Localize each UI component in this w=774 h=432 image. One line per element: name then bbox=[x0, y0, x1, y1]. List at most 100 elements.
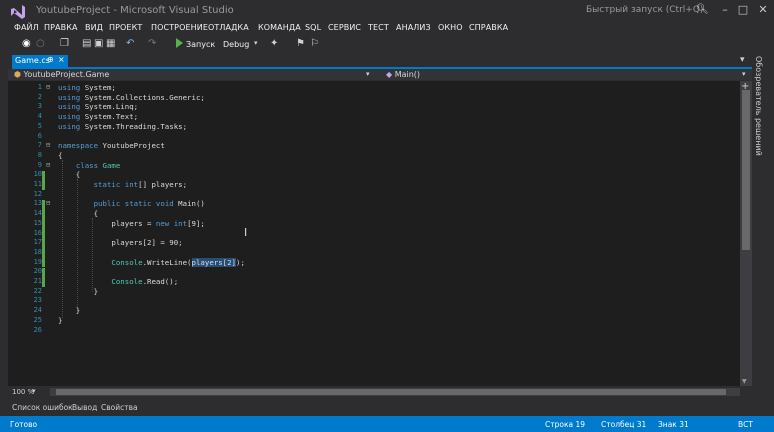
line-number: 15 bbox=[33, 218, 42, 227]
line-number: 20 bbox=[33, 267, 42, 276]
menu-window[interactable]: ОКНО bbox=[438, 23, 463, 32]
menu-file[interactable]: ФАЙЛ bbox=[14, 23, 39, 32]
chevron-down-icon[interactable]: ▾ bbox=[254, 39, 258, 47]
quick-launch-input[interactable]: Быстрый запуск (Ctrl+Q) bbox=[586, 5, 703, 15]
menu-debug[interactable]: ОТЛАДКА bbox=[208, 23, 249, 32]
solution-explorer-label: Обозреватель решений bbox=[754, 56, 763, 156]
line-number: 7 bbox=[37, 141, 42, 150]
find-in-files-icon[interactable]: ✦ bbox=[270, 38, 278, 49]
line-number: 14 bbox=[33, 209, 42, 218]
line-number: 21 bbox=[33, 277, 42, 285]
code-line: using System.Threading.Tasks; bbox=[58, 121, 188, 131]
menu-tools[interactable]: СЕРВИС bbox=[328, 23, 361, 32]
menu-test[interactable]: ТЕСТ bbox=[368, 23, 389, 32]
code-line: { bbox=[58, 150, 63, 160]
line-number: 25 bbox=[33, 315, 42, 324]
change-marker bbox=[42, 257, 45, 268]
line-number: 9 bbox=[37, 160, 42, 169]
start-button[interactable]: Запуск bbox=[186, 40, 215, 49]
line-number: 11 bbox=[33, 180, 42, 188]
code-line: Console.Read(); bbox=[111, 277, 179, 286]
change-marker bbox=[42, 277, 45, 287]
line-number: 8 bbox=[37, 150, 42, 159]
class-icon: ⬢ bbox=[14, 70, 21, 79]
line-number: 10 bbox=[33, 170, 42, 179]
collapse-icon[interactable]: ⊟ bbox=[46, 141, 50, 151]
status-text: Готово bbox=[10, 420, 38, 429]
menu-view[interactable]: ВИД bbox=[85, 23, 103, 32]
menu-team[interactable]: КОМАНДА bbox=[258, 23, 301, 32]
visual-studio-logo-icon bbox=[10, 4, 26, 19]
horizontal-scrollbar-thumb[interactable] bbox=[56, 389, 726, 395]
navigate-forward-icon[interactable]: ○ bbox=[36, 38, 45, 49]
menu-analyze[interactable]: АНАЛИЗ bbox=[396, 23, 431, 32]
new-project-icon[interactable]: ❐ bbox=[60, 38, 69, 49]
window-title: YoutubeProject - Microsoft Visual Studio bbox=[36, 5, 234, 16]
zoom-level[interactable]: 100 % bbox=[12, 388, 34, 396]
member-scope-dropdown[interactable]: ◆ Main() bbox=[386, 70, 420, 79]
change-marker bbox=[42, 267, 45, 278]
code-line: public static void Main() bbox=[93, 199, 205, 209]
change-marker bbox=[42, 228, 45, 239]
change-marker bbox=[42, 248, 45, 258]
change-marker bbox=[42, 209, 45, 219]
menu-project[interactable]: ПРОЕКТ bbox=[109, 23, 142, 32]
save-icon[interactable]: ▣ bbox=[94, 38, 103, 49]
line-number: 4 bbox=[37, 112, 42, 121]
minimize-icon[interactable]: – bbox=[718, 3, 732, 16]
change-marker bbox=[42, 180, 45, 190]
collapse-icon[interactable]: ⊟ bbox=[46, 161, 50, 171]
vertical-scrollbar-thumb[interactable] bbox=[742, 90, 750, 250]
tab-properties[interactable]: Свойства bbox=[101, 403, 138, 412]
menu-build[interactable]: ПОСТРОЕНИЕ bbox=[151, 23, 208, 32]
maximize-icon[interactable]: □ bbox=[736, 3, 750, 16]
open-file-icon[interactable]: ▤ bbox=[82, 38, 91, 49]
menu-help[interactable]: СПРАВКА bbox=[469, 23, 508, 32]
member-scope-label: Main() bbox=[394, 70, 421, 79]
navigation-bar bbox=[8, 69, 752, 80]
code-line: { bbox=[58, 170, 81, 180]
tab-error-list[interactable]: Список ошибок bbox=[12, 403, 73, 412]
tab-label: Game.cs bbox=[15, 56, 50, 65]
menu-edit[interactable]: ПРАВКА bbox=[44, 23, 78, 32]
collapse-icon[interactable]: ⊟ bbox=[46, 83, 50, 93]
menu-sql[interactable]: SQL bbox=[305, 23, 321, 32]
code-line: using System.Linq; bbox=[58, 102, 139, 112]
tab-output[interactable]: Вывод bbox=[72, 403, 97, 412]
line-number: 3 bbox=[37, 102, 42, 111]
change-marker bbox=[42, 199, 45, 210]
collapse-icon[interactable]: ⊟ bbox=[46, 199, 50, 209]
tab-overflow-chevron-down-icon[interactable]: ▾ bbox=[740, 55, 745, 65]
navigate-back-icon[interactable]: ◉ bbox=[22, 38, 31, 49]
pin-icon[interactable]: ⊕ bbox=[47, 55, 54, 64]
start-debugging-icon[interactable] bbox=[176, 38, 183, 48]
next-bookmark-icon[interactable]: ⚐ bbox=[310, 38, 319, 49]
scroll-down-icon[interactable]: ▼ bbox=[742, 378, 747, 385]
code-line: using System.Collections.Generic; bbox=[58, 92, 205, 102]
close-tab-icon[interactable]: × bbox=[58, 55, 65, 64]
text-cursor-icon: I bbox=[244, 226, 248, 239]
search-icon[interactable]: 🔍︎ bbox=[696, 4, 709, 15]
close-icon[interactable]: ✕ bbox=[756, 3, 770, 16]
status-insert-mode: ВСТ bbox=[738, 420, 753, 429]
line-number: 2 bbox=[37, 92, 42, 101]
status-column: Столбец 31 bbox=[601, 420, 647, 429]
code-line: Console.WriteLine(players[2]); bbox=[111, 257, 245, 267]
bookmark-icon[interactable]: ⚑ bbox=[296, 38, 305, 49]
save-all-icon[interactable]: ▦ bbox=[106, 38, 115, 49]
change-marker bbox=[42, 219, 45, 229]
solution-configuration-select[interactable]: Debug bbox=[223, 40, 249, 49]
undo-icon[interactable]: ↶ bbox=[126, 38, 134, 49]
split-editor-plus-icon[interactable]: + bbox=[741, 81, 749, 92]
code-line: namespace YoutubeProject bbox=[58, 141, 165, 151]
chevron-down-icon[interactable]: ▾ bbox=[366, 70, 370, 78]
status-char: Знак 31 bbox=[658, 420, 689, 429]
method-icon: ◆ bbox=[386, 70, 393, 79]
chevron-down-icon[interactable]: ▾ bbox=[32, 387, 36, 395]
type-scope-dropdown[interactable]: ⬢ YoutubeProject.Game bbox=[14, 70, 109, 79]
redo-icon[interactable]: ↷ bbox=[148, 38, 156, 49]
code-line: using System.Text; bbox=[58, 112, 139, 122]
solution-explorer-tab[interactable]: Обозреватель решений bbox=[754, 56, 768, 176]
chevron-down-icon[interactable]: ▾ bbox=[742, 70, 746, 78]
standard-toolbar bbox=[0, 36, 774, 53]
